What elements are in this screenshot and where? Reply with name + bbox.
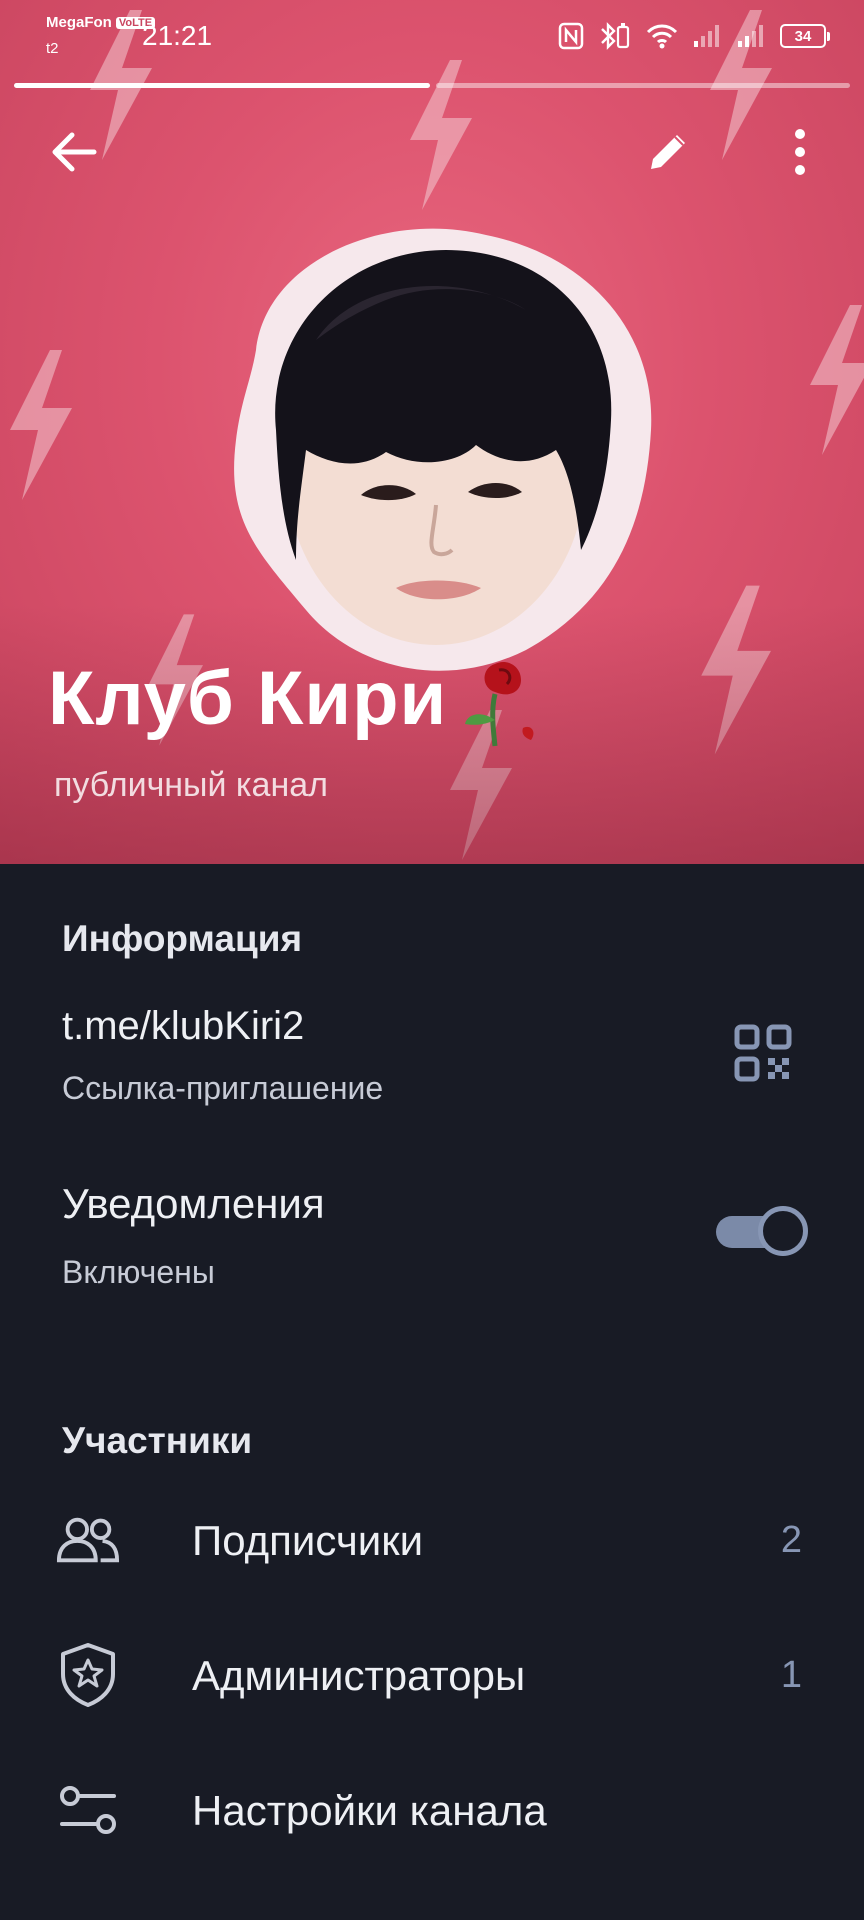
subscribers-label: Подписчики — [192, 1517, 424, 1564]
arrow-left-icon — [52, 132, 97, 172]
shield-star-icon — [56, 1643, 120, 1707]
notifications-label: Уведомления — [62, 1180, 325, 1227]
battery-icon: 34 — [780, 24, 830, 48]
administrators-label: Администраторы — [192, 1652, 526, 1699]
status-bar: MegaFon VoLTE t2 21:21 34 — [0, 0, 864, 80]
status-icons: 34 — [558, 20, 830, 52]
toggle-knob — [758, 1206, 808, 1256]
invite-link[interactable]: t.me/klubKiri2 — [62, 1004, 304, 1049]
channel-avatar[interactable] — [196, 220, 676, 690]
edit-button[interactable] — [632, 116, 704, 188]
section-title-info: Информация — [62, 918, 303, 959]
nfc-icon — [558, 22, 584, 50]
administrators-row[interactable]: Администраторы 1 — [0, 1610, 864, 1740]
channel-settings-label: Настройки канала — [192, 1787, 547, 1834]
users-icon — [56, 1508, 120, 1572]
back-button[interactable] — [38, 116, 110, 188]
wifi-icon — [646, 24, 678, 49]
bluetooth-icon — [601, 22, 630, 50]
channel-type: публичный канал — [54, 766, 328, 804]
more-vertical-icon — [795, 129, 805, 175]
qr-code-icon[interactable] — [734, 1024, 792, 1082]
lightning-icon — [10, 350, 72, 500]
subscribers-count: 2 — [780, 1519, 802, 1561]
channel-title: Клуб Кири — [48, 648, 551, 748]
administrators-count: 1 — [780, 1654, 802, 1696]
channel-title-text: Клуб Кири — [48, 655, 448, 741]
subscribers-row[interactable]: Подписчики 2 — [0, 1475, 864, 1605]
pencil-icon — [651, 135, 685, 169]
story-progress-segment — [14, 83, 430, 88]
more-button[interactable] — [764, 116, 836, 188]
carrier2-label: t2 — [46, 40, 59, 57]
notifications-state: Включены — [62, 1254, 215, 1290]
channel-settings-row[interactable]: Настройки канала — [0, 1745, 864, 1875]
section-title-members: Участники — [62, 1420, 253, 1461]
carrier-label: MegaFon VoLTE — [46, 14, 156, 31]
settings-sliders-icon — [56, 1778, 120, 1842]
invite-link-caption: Ссылка-приглашение — [62, 1070, 384, 1106]
channel-header: MegaFon VoLTE t2 21:21 34 Клуб Кири публ… — [0, 0, 864, 864]
rose-emoji-icon — [465, 661, 534, 747]
status-time: 21:21 — [142, 20, 213, 51]
lightning-icon — [810, 305, 864, 455]
signal-icon — [738, 25, 763, 47]
story-progress-segment — [436, 83, 850, 88]
notifications-toggle[interactable] — [716, 1206, 808, 1258]
signal-icon — [694, 25, 719, 47]
